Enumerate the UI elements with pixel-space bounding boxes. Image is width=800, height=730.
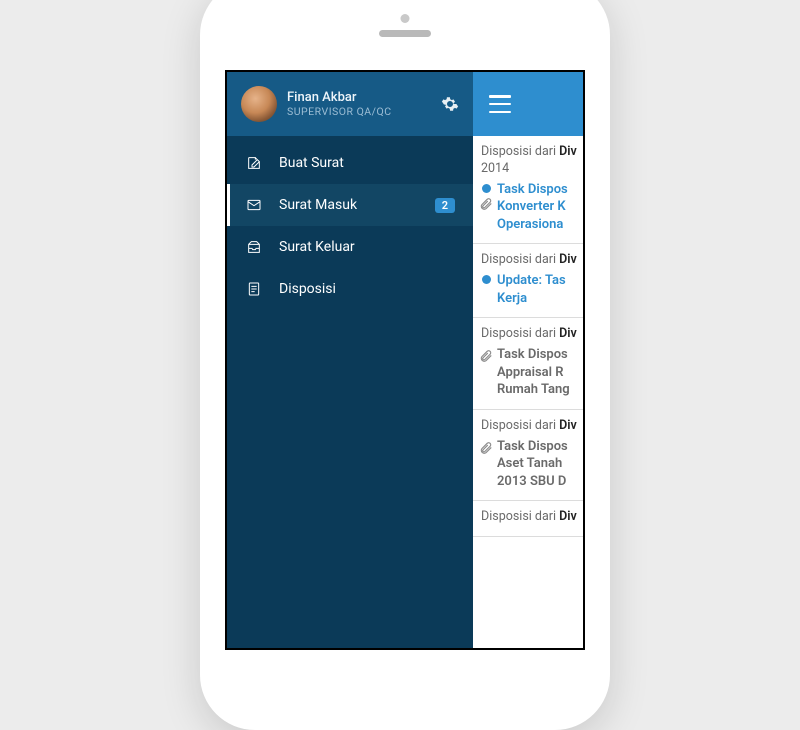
compose-icon: [245, 154, 263, 172]
item-from: Disposisi dari Div: [481, 326, 577, 343]
outbox-icon: [245, 238, 263, 256]
main-panel: Disposisi dari Div 2014 Task Dispos Konv…: [473, 72, 585, 648]
settings-button[interactable]: [441, 95, 459, 113]
item-marker: [481, 346, 491, 363]
menu-label: Disposisi: [279, 281, 455, 297]
drawer-header: Finan Akbar SUPERVISOR QA/QC: [227, 72, 473, 136]
document-icon: [245, 280, 263, 298]
hamburger-icon: [489, 95, 511, 98]
phone-speaker: [379, 30, 431, 37]
attachment-icon: [479, 441, 493, 455]
menu-item-surat-keluar[interactable]: Surat Keluar: [227, 226, 473, 268]
item-from: Disposisi dari Div: [481, 144, 577, 161]
phone-camera: [401, 14, 410, 23]
attachment-icon: [479, 349, 493, 363]
phone-frame: Finan Akbar SUPERVISOR QA/QC Buat Surat: [200, 0, 610, 730]
item-from: Disposisi dari Div: [481, 418, 577, 435]
gear-icon: [441, 95, 459, 113]
user-info: Finan Akbar SUPERVISOR QA/QC: [287, 90, 431, 118]
avatar[interactable]: [241, 86, 277, 122]
menu-label: Surat Keluar: [279, 239, 455, 255]
inbox-icon: [245, 196, 263, 214]
user-name: Finan Akbar: [287, 90, 431, 105]
topbar: [473, 72, 585, 136]
app-screen: Finan Akbar SUPERVISOR QA/QC Buat Surat: [225, 70, 585, 650]
user-role: SUPERVISOR QA/QC: [287, 105, 431, 118]
unread-badge: 2: [435, 198, 455, 213]
item-from: Disposisi dari Div: [481, 509, 577, 526]
unread-dot-icon: [482, 184, 491, 193]
menu-item-surat-masuk[interactable]: Surat Masuk 2: [227, 184, 473, 226]
item-title: Task Dispos Aset Tanah 2013 SBU D: [497, 438, 568, 491]
list-item[interactable]: Disposisi dari Div 2014 Task Dispos Konv…: [473, 136, 585, 244]
list-item[interactable]: Disposisi dari Div Task Dispos Aset Tana…: [473, 410, 585, 502]
menu-item-disposisi[interactable]: Disposisi: [227, 268, 473, 310]
attachment-icon: [479, 197, 493, 211]
item-title: Update: Tas Kerja: [497, 272, 566, 307]
message-list[interactable]: Disposisi dari Div 2014 Task Dispos Konv…: [473, 136, 585, 648]
menu-label: Buat Surat: [279, 155, 455, 171]
menu-button[interactable]: [489, 95, 511, 113]
item-from: Disposisi dari Div: [481, 252, 577, 269]
list-item[interactable]: Disposisi dari Div: [473, 501, 585, 537]
drawer-menu: Buat Surat Surat Masuk 2 Surat Keluar: [227, 136, 473, 310]
menu-item-buat-surat[interactable]: Buat Surat: [227, 142, 473, 184]
item-date: 2014: [481, 161, 577, 178]
list-item[interactable]: Disposisi dari Div Task Dispos Appraisal…: [473, 318, 585, 410]
item-marker: [481, 272, 491, 284]
list-item[interactable]: Disposisi dari Div Update: Tas Kerja: [473, 244, 585, 318]
item-marker: [481, 438, 491, 455]
unread-dot-icon: [482, 275, 491, 284]
navigation-drawer: Finan Akbar SUPERVISOR QA/QC Buat Surat: [227, 72, 473, 648]
item-title: Task Dispos Appraisal R Rumah Tang: [497, 346, 570, 399]
item-marker: [481, 181, 491, 211]
menu-label: Surat Masuk: [279, 197, 419, 213]
item-title: Task Dispos Konverter K Operasiona: [497, 181, 568, 234]
